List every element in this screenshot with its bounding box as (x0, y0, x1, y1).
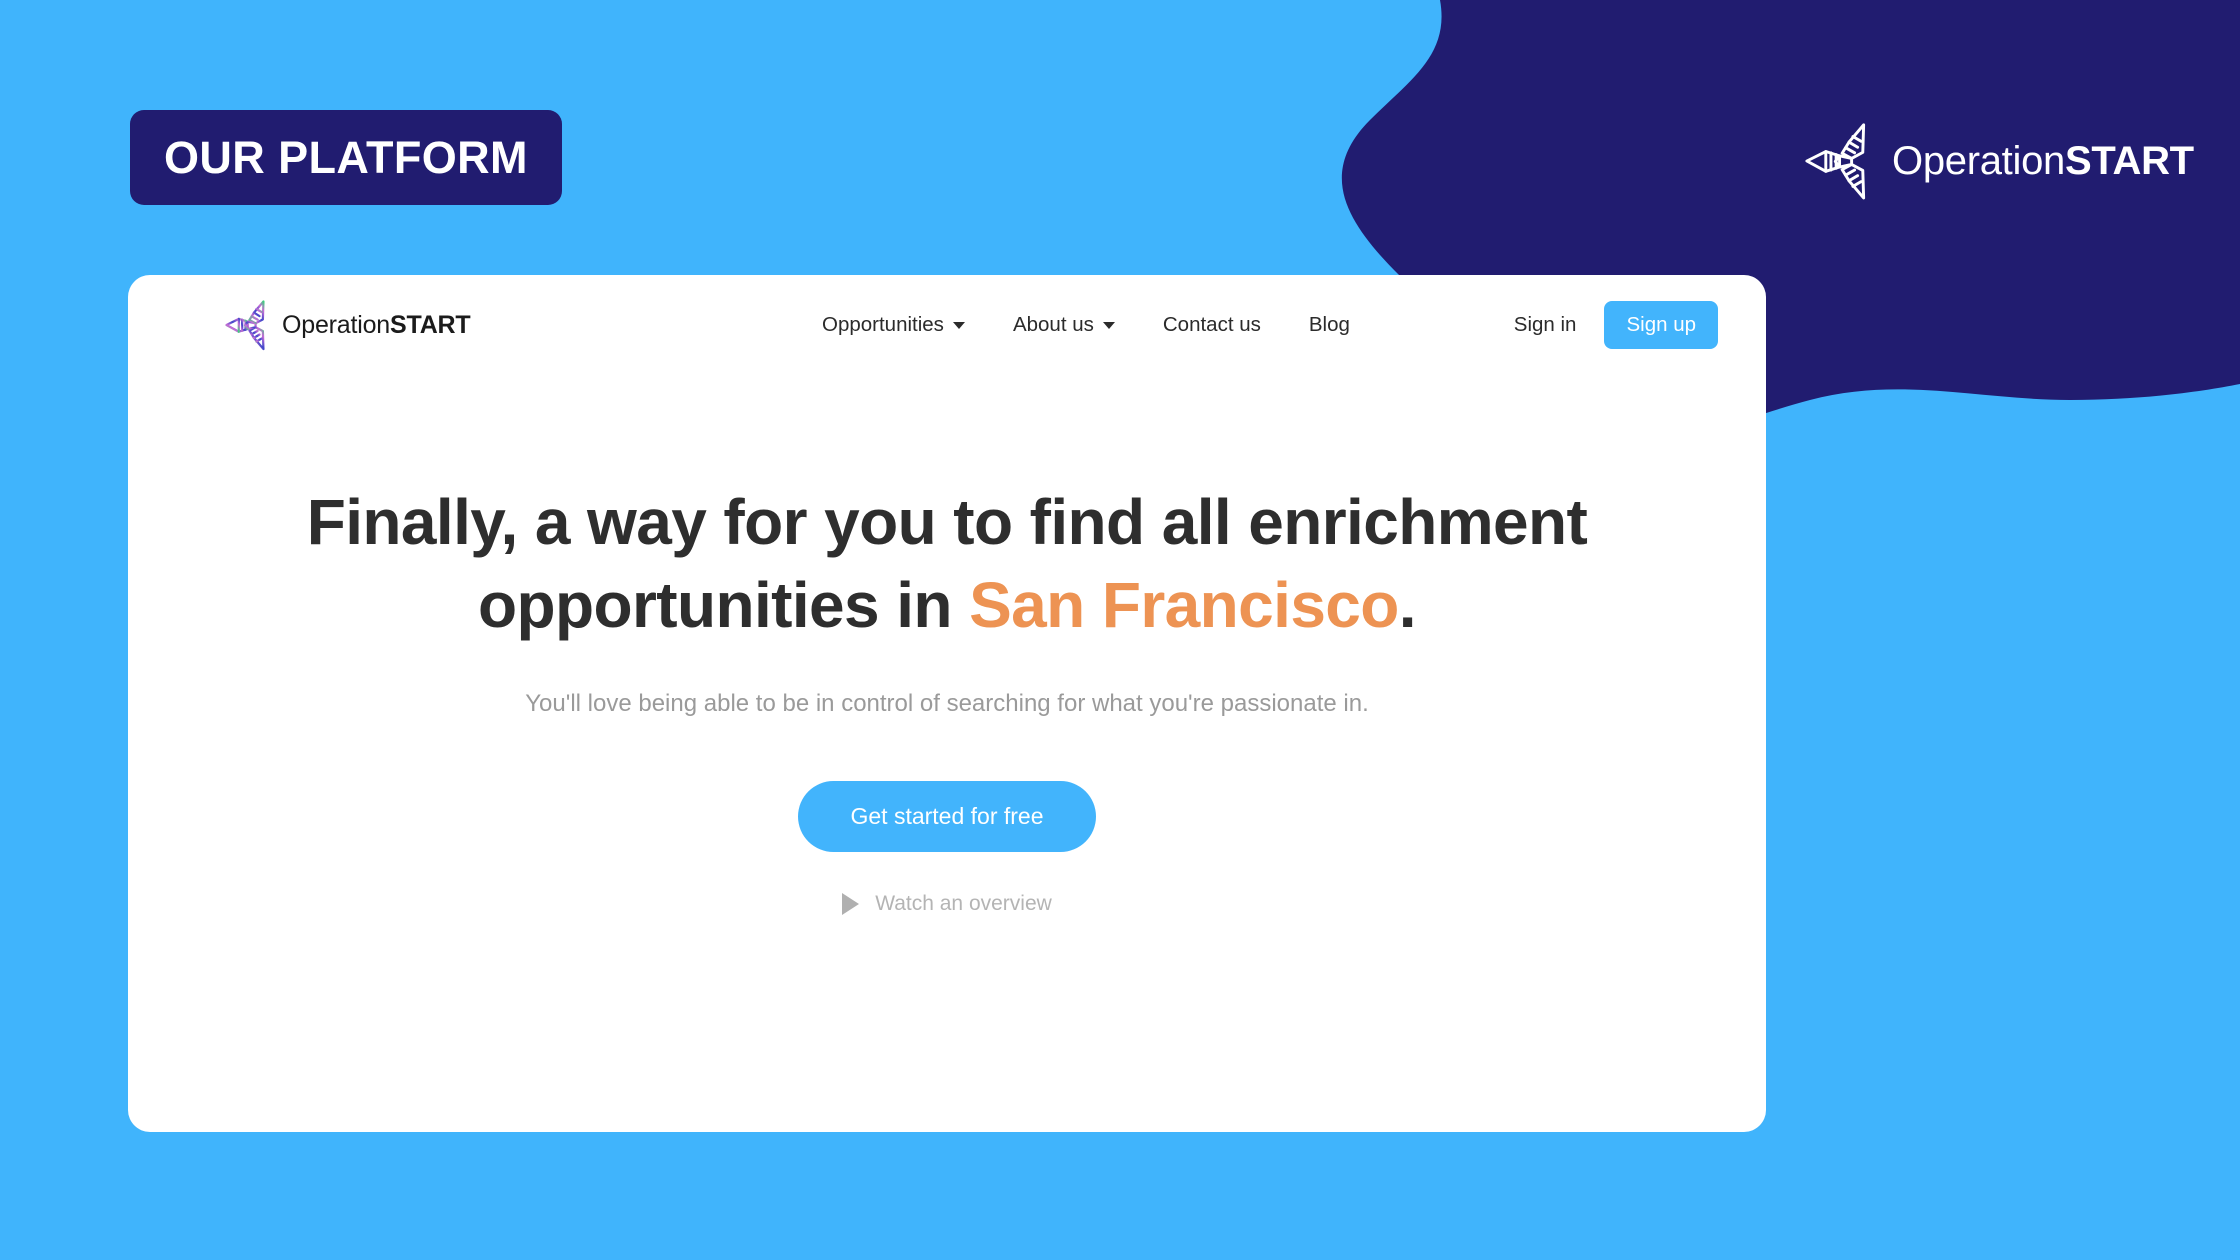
nav-item-blog[interactable]: Blog (1309, 313, 1350, 337)
nav-item-about-us-label: About us (1012, 313, 1094, 336)
hero-heading-line1: Finally, a way for you to find all enric… (306, 486, 1588, 558)
our-platform-badge-label: OUR PLATFORM (164, 132, 528, 183)
brand-lockup-topright: OperationSTART (1800, 118, 2194, 204)
hero-heading-highlight: San Francisco (969, 569, 1399, 642)
sign-in-link[interactable]: Sign in (1514, 313, 1577, 337)
nav-item-opportunities-label: Opportunities (822, 313, 944, 336)
navbar-brand-wordmark: OperationSTART (282, 310, 471, 340)
sign-up-button[interactable]: Sign up (1604, 301, 1718, 349)
brand-name-bold: START (390, 310, 471, 339)
navbar-auth-actions: Sign in Sign up (1514, 301, 1718, 349)
site-navbar: OperationSTART Opportunities About us Co… (128, 275, 1766, 375)
operationstart-pinwheel-logo-icon (222, 297, 278, 353)
nav-item-blog-label: Blog (1308, 313, 1350, 336)
nav-item-about-us[interactable]: About us (1013, 313, 1115, 337)
watch-overview-link[interactable]: Watch an overview (842, 892, 1052, 916)
hero-heading-suffix: . (1398, 569, 1417, 642)
hero-cta-group: Get started for free (128, 780, 1766, 852)
brand-name-light: Operation (1892, 138, 2065, 183)
get-started-button[interactable]: Get started for free (798, 780, 1096, 852)
navbar-brand[interactable]: OperationSTART (222, 297, 471, 353)
hero-heading-line2-prefix: opportunities in (478, 569, 970, 642)
chevron-down-icon (1102, 321, 1115, 329)
hero-subheading: You'll love being able to be in control … (525, 690, 1369, 718)
operationstart-pinwheel-logo-icon (1800, 118, 1886, 204)
app-preview-card: OperationSTART Opportunities About us Co… (128, 275, 1766, 1132)
watch-overview-label: Watch an overview (875, 891, 1052, 915)
play-triangle-icon (842, 892, 860, 915)
brand-name-light: Operation (282, 310, 390, 339)
navbar-links: Opportunities About us Contact us Blog (822, 313, 1350, 337)
hero-section: Finally, a way for you to find all enric… (128, 375, 1766, 920)
brand-name-bold: START (2064, 138, 2194, 183)
hero-heading: Finally, a way for you to find all enric… (232, 481, 1662, 647)
chevron-down-icon (952, 321, 965, 329)
nav-item-contact-us[interactable]: Contact us (1163, 313, 1261, 337)
nav-item-contact-us-label: Contact us (1162, 313, 1261, 336)
our-platform-badge: OUR PLATFORM (130, 110, 562, 205)
nav-item-opportunities[interactable]: Opportunities (822, 313, 965, 337)
brand-wordmark-topright: OperationSTART (1892, 139, 2194, 184)
